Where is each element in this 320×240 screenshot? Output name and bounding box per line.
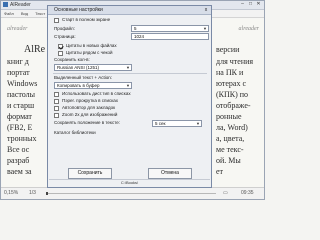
text-line: (FB2, E [7,123,33,132]
text-line: портат [7,68,30,77]
window-title: AlReader [10,2,31,8]
text-line: ме текс- [216,145,244,154]
status-percent: 0,15% [4,190,19,196]
library-path: C:\Books\ [49,179,210,186]
dialog-title-bar: Основные настройки x [48,6,211,15]
menu-file[interactable]: Файл [4,10,14,17]
text-line: Windows [7,79,38,88]
library-label: Каталог библиотеки [54,130,96,135]
chevron-down-icon: ▼ [196,121,200,126]
dialog-close-icon[interactable]: x [203,7,209,13]
page-header-right: alreader [238,26,259,32]
save-encoding-label: Сохранить кол-в: [54,57,90,62]
save-position-value: 5 сек [155,121,166,126]
tap-scroll-checkbox[interactable] [54,99,59,104]
status-time: 09:35 [241,190,254,196]
reading-progress-fill [46,192,48,195]
text-line: тронных [7,134,37,143]
app-icon [3,2,8,7]
page-size-value: 1024 [134,34,145,39]
profile-value: 5 [134,26,137,31]
text-line: отображе- [216,101,251,110]
text-line: (КПК) по [216,90,249,99]
battery-icon: ▭ [223,190,228,196]
zoom-images-label: Zoom 2x для изображений [62,112,118,117]
selection-action-dropdown[interactable]: Копировать в буфер ▼ [54,82,132,89]
text-line: для чтения [216,57,254,66]
save-position-dropdown[interactable]: 5 сек ▼ [152,120,202,127]
text-line: ет [216,167,224,176]
text-line: на ПК и [216,68,244,77]
dialog-title: Основные настройки [54,7,103,13]
cancel-button[interactable]: Отмена [148,168,192,179]
save-position-label: Сохранять положение в тексте: [54,120,120,125]
menu-text[interactable]: Текст [35,10,45,17]
quotes-new-files-label: Цитаты в новых файлах [66,43,117,48]
quotes-new-files-checkbox[interactable] [58,44,63,49]
use-dict-label: Использовать дист.тип в списках [62,91,131,96]
quotes-by-click-checkbox[interactable] [58,51,63,56]
text-line: ваем за [7,167,32,176]
text-line: формат [7,112,32,121]
chevron-down-icon: ▼ [203,26,207,31]
tap-scroll-label: Пэрег. прокрутка в списках [62,98,119,103]
text-line: ронные [216,112,242,121]
zoom-images-checkbox[interactable] [54,113,59,118]
chevron-down-icon: ▼ [126,83,130,88]
chevron-down-icon: ▼ [126,65,130,70]
maximize-icon[interactable]: □ [247,2,254,7]
text-line: разраб [7,156,30,165]
text-line: Все ос [7,145,30,154]
fullscreen-label: Старт в полном экране [62,17,111,22]
encoding-value: Russian ANSI (1251) [57,65,100,70]
text-line: версии [216,45,240,54]
profile-label: Профайл: [54,26,75,31]
selection-label: Выделенный текст + Action: [54,75,113,80]
text-line: AlRe [24,44,46,55]
page-size-field[interactable]: 1024 [131,33,209,40]
divider [53,73,207,74]
text-line: ла, Word) [216,123,248,132]
page-header-left: alreader [7,26,28,32]
reading-progress-bar[interactable] [46,192,216,195]
profile-dropdown[interactable]: 5 ▼ [131,25,209,32]
autosave-label: Автоповтор для закладок [62,105,116,110]
status-bar: 0,15% 1/3 ▭ 09:35 [1,187,264,199]
page-size-label: Страница: [54,34,76,39]
save-button[interactable]: Сохранить [68,168,112,179]
menu-view[interactable]: Вид [21,10,28,17]
fullscreen-checkbox[interactable] [54,18,59,23]
text-line: и старш [7,101,35,110]
use-dict-checkbox[interactable] [54,92,59,97]
selection-action-value: Копировать в буфер [57,83,100,88]
encoding-dropdown[interactable]: Russian ANSI (1251) ▼ [54,64,132,71]
text-line: ютерах с [216,79,247,88]
minimize-icon[interactable]: – [239,2,246,7]
text-line: пастолы [7,90,36,99]
quotes-by-click-label: Цитаты рядом с чекой [66,50,113,55]
status-page: 1/3 [29,190,36,196]
text-line: книг д [7,57,29,66]
autosave-checkbox[interactable] [54,106,59,111]
settings-dialog: Основные настройки x Старт в полном экра… [47,5,212,188]
text-line: а, цвета, [216,134,245,143]
close-window-icon[interactable]: ✕ [255,2,262,7]
text-line: ой. Мы [216,156,241,165]
